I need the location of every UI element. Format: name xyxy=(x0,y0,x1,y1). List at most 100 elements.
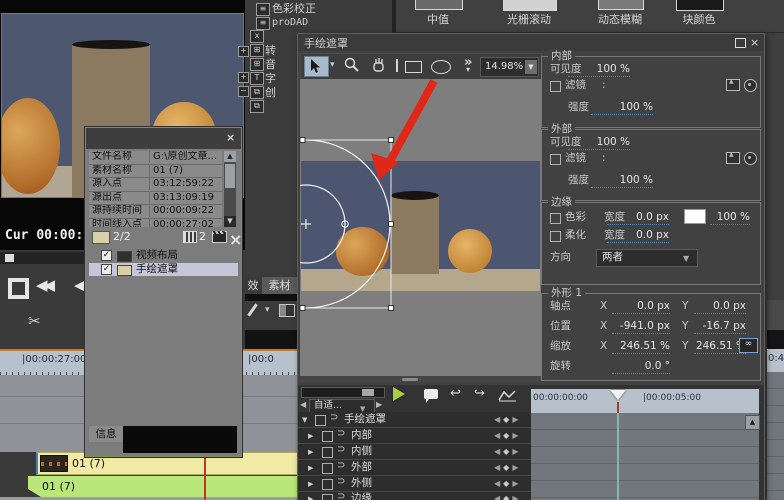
kf-row-checkbox[interactable] xyxy=(322,431,333,442)
kf-row-inner[interactable]: 内部 xyxy=(298,428,531,444)
preset-next-icon[interactable] xyxy=(376,400,382,409)
edge-direction-dropdown[interactable]: 两者 xyxy=(596,249,698,267)
kf-row-checkbox[interactable] xyxy=(322,494,333,500)
kf-row-mask[interactable]: 手绘遮罩 xyxy=(298,412,531,428)
expand-icon[interactable] xyxy=(308,495,313,500)
cut-button[interactable] xyxy=(28,312,41,330)
expand-icon[interactable] xyxy=(302,416,307,424)
inner-export-icon[interactable] xyxy=(726,79,740,91)
edge-opacity-value[interactable]: 100 % xyxy=(710,211,750,225)
preset-prev-icon[interactable] xyxy=(300,400,306,409)
effect-thumb-motion-blur[interactable] xyxy=(598,0,644,10)
tree-item-prodad[interactable]: proDAD xyxy=(272,16,308,29)
tree-expander-plus[interactable]: + xyxy=(238,46,249,57)
maximize-button[interactable] xyxy=(735,38,746,48)
inner-color-icon[interactable] xyxy=(744,79,757,92)
edge-color-swatch[interactable] xyxy=(684,209,706,224)
shape-position-x[interactable]: -941.0 px xyxy=(612,320,670,334)
zoom-level-combo[interactable]: 14.98% xyxy=(480,57,539,77)
tree-item-audio[interactable]: 音 xyxy=(265,58,276,71)
effect-thumb-raster-scroll[interactable] xyxy=(503,0,557,11)
select-tool[interactable] xyxy=(304,56,329,77)
tree-item-create[interactable]: 创 xyxy=(265,86,276,99)
line-tool[interactable] xyxy=(396,59,398,72)
mask-canvas[interactable] xyxy=(300,79,541,382)
edge-width1-value[interactable]: 0.0 px xyxy=(607,211,669,225)
filter-row-mask[interactable]: 手绘遮罩 xyxy=(89,263,238,276)
scale-link-icon[interactable] xyxy=(739,338,758,353)
shuttle-thumb[interactable] xyxy=(5,254,14,262)
edge-width2-value[interactable]: 0.0 px xyxy=(607,229,669,243)
pen-tool-icon[interactable] xyxy=(247,303,257,316)
kf-row-inner-side[interactable]: 内侧 xyxy=(298,444,531,460)
kf-nav-arrows[interactable] xyxy=(494,460,521,475)
panel-layout-icon[interactable] xyxy=(279,304,295,317)
tree-item-color-correction[interactable]: 色彩校正 xyxy=(272,2,316,15)
tree-item-title[interactable]: 字 xyxy=(265,72,276,85)
stop-button[interactable] xyxy=(8,278,29,299)
outer-visibility-value[interactable]: 100 % xyxy=(568,136,630,150)
rewind-button[interactable] xyxy=(36,276,51,294)
kf-play-button[interactable] xyxy=(393,387,405,401)
kf-row-checkbox[interactable] xyxy=(315,415,326,426)
tab-info[interactable]: 信息 xyxy=(89,426,123,442)
audio-clip[interactable]: 01 (7) xyxy=(28,476,297,497)
effect-label-motion-blur[interactable]: 动态模糊 xyxy=(588,11,652,27)
close-button[interactable] xyxy=(750,36,759,49)
tab-source[interactable]: 素材 xyxy=(262,277,297,294)
expand-icon[interactable] xyxy=(308,432,313,440)
kf-nav-arrows[interactable] xyxy=(494,428,521,443)
tree-expander-plus[interactable]: + xyxy=(238,72,249,83)
filter-checkbox[interactable] xyxy=(101,250,112,261)
previous-frame-button[interactable] xyxy=(74,276,86,294)
edge-color-checkbox[interactable] xyxy=(550,213,561,224)
zoom-tool[interactable] xyxy=(344,57,362,75)
kf-curve-button[interactable] xyxy=(498,389,517,402)
edge-soften-checkbox[interactable] xyxy=(550,231,561,242)
kf-row-outer[interactable]: 外部 xyxy=(298,460,531,476)
shape-anchor-y[interactable]: 0.0 px xyxy=(694,300,746,314)
mask-shape-overlay[interactable] xyxy=(300,79,541,382)
info-scrollbar[interactable] xyxy=(224,151,236,227)
kf-nav-arrows[interactable] xyxy=(494,412,521,427)
kf-zoom-slider[interactable] xyxy=(301,387,385,398)
pen-dropdown-icon[interactable] xyxy=(265,305,270,315)
select-tool-dropdown-icon[interactable] xyxy=(330,60,335,70)
info-titlebar[interactable] xyxy=(86,128,241,149)
kf-nav-arrows[interactable] xyxy=(494,444,521,459)
splitter-handle[interactable] xyxy=(402,378,418,381)
rectangle-tool[interactable] xyxy=(405,61,422,73)
effect-label-median[interactable]: 中值 xyxy=(406,11,470,27)
effect-label-raster-scroll[interactable]: 光栅滚动 xyxy=(492,11,566,27)
scroll-up-icon[interactable] xyxy=(224,151,236,162)
kf-playhead-handle[interactable] xyxy=(610,390,626,400)
tree-expander-minus[interactable]: − xyxy=(238,86,249,97)
scroll-thumb[interactable] xyxy=(225,164,235,188)
effect-thumb-block-color[interactable] xyxy=(676,0,724,11)
remove-filter-icon[interactable] xyxy=(229,230,242,249)
expand-icon[interactable] xyxy=(308,464,313,472)
shape-position-y[interactable]: -16.7 px xyxy=(694,320,746,334)
kf-playhead-line[interactable] xyxy=(617,413,619,500)
hand-tool[interactable] xyxy=(371,57,389,75)
inner-filter-checkbox[interactable] xyxy=(550,81,561,92)
effect-thumb-median[interactable] xyxy=(415,0,463,10)
kf-ruler[interactable]: 00:00:00:00 |00:00:05:00 xyxy=(531,389,759,413)
filter-row-video-layout[interactable]: 视频布局 xyxy=(89,249,238,262)
inner-strength-value[interactable]: 100 % xyxy=(591,101,653,115)
tree-item-transition[interactable]: 转 xyxy=(265,44,276,57)
shape-scale-x[interactable]: 246.51 % xyxy=(612,340,670,354)
outer-export-icon[interactable] xyxy=(726,152,740,164)
kf-row-edge[interactable]: 边缘 xyxy=(298,492,531,500)
outer-filter-checkbox[interactable] xyxy=(550,154,561,165)
zoom-dropdown-icon[interactable] xyxy=(525,60,537,74)
kf-row-checkbox[interactable] xyxy=(322,479,333,490)
kf-comment-button[interactable] xyxy=(424,389,438,399)
shape-rotation-value[interactable]: 0.0 ° xyxy=(612,360,670,374)
kf-track-area[interactable] xyxy=(531,413,759,500)
ellipse-tool[interactable] xyxy=(431,60,451,74)
scroll-down-icon[interactable] xyxy=(224,216,236,227)
kf-nav-arrows[interactable] xyxy=(494,476,521,491)
inner-visibility-value[interactable]: 100 % xyxy=(568,63,630,77)
kf-row-checkbox[interactable] xyxy=(322,447,333,458)
